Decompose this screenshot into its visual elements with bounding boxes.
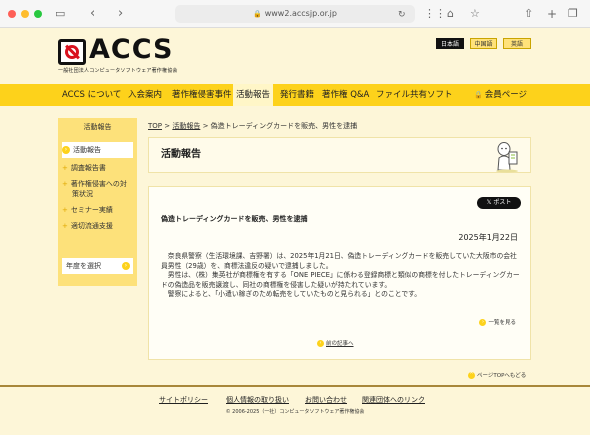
chevron-right-icon: › (122, 262, 130, 270)
url-text: www2.accsjp.or.jp (264, 9, 337, 18)
breadcrumb-top[interactable]: TOP (148, 122, 162, 130)
site-header: ACCS 一般社団法人コンピュータソフトウェア著作権協会 日本語 中国語 英語 (0, 28, 590, 84)
previous-article-label: 前の記事へ (326, 341, 354, 347)
page-title-panel: 活動報告 (148, 137, 531, 173)
sidebar-icon[interactable]: ▭ (55, 7, 65, 21)
plus-icon: + (62, 164, 68, 172)
sidebar-item-label: 著作権侵害への対策状況 (70, 180, 127, 198)
nav-publications[interactable]: 発行書籍 (280, 84, 314, 106)
footer-link-contact[interactable]: お問い合わせ (305, 395, 347, 405)
article-body: 奈良県警察（生活環境課、吉野署）は、2025年1月21日、偽造トレーディングカー… (161, 252, 521, 300)
year-select[interactable]: 年度を選択 › (62, 258, 133, 274)
lang-japanese-button[interactable]: 日本語 (436, 38, 464, 49)
accs-logo-icon[interactable] (58, 39, 86, 65)
close-window-button[interactable] (8, 10, 16, 18)
browser-toolbar: ▭ ‹ › ▣ 🔒www2.accsjp.or.jp ↻ ⋮⋮ ⌂ ☆ ⇧ + … (0, 0, 590, 28)
site-logo[interactable]: ACCS (89, 35, 173, 65)
x-post-button[interactable]: 𝕏 ポスト (477, 197, 521, 209)
nav-membership[interactable]: 入会案内 (128, 84, 162, 106)
tabs-icon[interactable]: ❐ (568, 7, 578, 21)
lang-chinese-button[interactable]: 中国語 (470, 38, 497, 49)
site-footer: サイトポリシー 個人情報の取り扱い お問い合わせ 関連団体へのリンク © 200… (0, 385, 590, 435)
article: 𝕏 ポスト 偽造トレーディングカードを販売、男性を逮捕 2025年1月22日 奈… (148, 186, 531, 360)
nav-copyright-qa[interactable]: 著作権 Q&A (322, 84, 369, 106)
sidebar-item-activity-report[interactable]: › 活動報告 (62, 142, 133, 158)
back-icon[interactable]: ‹ (90, 7, 95, 21)
nav-about[interactable]: ACCS について (62, 84, 121, 106)
year-select-label: 年度を選択 (66, 262, 101, 270)
nav-activity-report[interactable]: 活動報告 (233, 84, 274, 106)
page-top-label: ページTOPへもどる (477, 373, 527, 379)
grid-icon[interactable]: ⋮⋮ (424, 7, 446, 21)
breadcrumb-activity-report[interactable]: 活動報告 (172, 122, 200, 130)
breadcrumb-current: 偽造トレーディングカードを販売、男性を逮捕 (210, 122, 358, 130)
sidebar-item-label: セミナー実績 (70, 206, 113, 214)
page-title: 活動報告 (161, 149, 201, 160)
lock-icon: 🔒 (253, 10, 262, 18)
chevron-right-icon: › (62, 146, 70, 154)
article-paragraph: 男性は、（株）集英社が商標権を有する「ONE PIECE」に係わる登録商標と類似… (161, 271, 520, 289)
address-bar[interactable]: 🔒 www2.accsjp.or.jp (175, 5, 415, 23)
share-icon[interactable]: ⇧ (524, 7, 533, 21)
sidebar-item-label: 活動報告 (73, 146, 101, 154)
sidebar-item-survey-report[interactable]: + 調査報告書 (62, 163, 133, 173)
article-date: 2025年1月22日 (458, 233, 518, 242)
nav-file-sharing[interactable]: ファイル共有ソフト (376, 84, 453, 106)
sidebar: 活動報告 › 活動報告 + 調査報告書 + 著作権侵害への対策状況 + セミナー実績 +… (58, 118, 137, 286)
view-list-label: 一覧を見る (488, 320, 516, 326)
site-logo-subtitle: 一般社団法人コンピュータソフトウェア著作権協会 (58, 68, 178, 74)
reload-icon[interactable]: ↻ (398, 8, 406, 22)
forward-icon[interactable]: › (118, 7, 123, 21)
article-title: 偽造トレーディングカードを販売、男性を逮捕 (161, 215, 308, 223)
view-list-link[interactable]: › 一覧を見る (479, 318, 516, 326)
chevron-up-icon: ^ (468, 372, 475, 379)
member-page-label: 会員ページ (484, 90, 528, 100)
footer-link-site-policy[interactable]: サイトポリシー (159, 395, 208, 405)
new-tab-icon[interactable]: + (547, 7, 557, 21)
footer-link-privacy[interactable]: 個人情報の取り扱い (226, 395, 289, 405)
sidebar-item-countermeasures[interactable]: + 著作権侵害への対策状況 (62, 179, 133, 199)
sidebar-item-seminars[interactable]: + セミナー実績 (62, 205, 133, 215)
breadcrumb: TOP > 活動報告 > 偽造トレーディングカードを販売、男性を逮捕 (148, 121, 357, 131)
plus-icon: + (62, 180, 68, 188)
lock-icon: 🔒 (474, 91, 483, 99)
plus-icon: + (62, 222, 68, 230)
previous-article-link[interactable]: ‹ 前の記事へ (317, 339, 354, 347)
mascot-icon (496, 142, 518, 173)
x-post-label: ポスト (493, 199, 512, 206)
sidebar-item-distribution[interactable]: + 適切流通支援 (62, 221, 133, 231)
article-paragraph: 警察によると、「小遣い稼ぎのため転売をしていたものと見られる」とのことです。 (167, 290, 422, 298)
breadcrumb-separator: > (202, 122, 211, 130)
chevron-left-icon: ‹ (317, 340, 324, 347)
minimize-window-button[interactable] (21, 10, 29, 18)
sidebar-item-label: 調査報告書 (70, 164, 106, 172)
nav-member-page[interactable]: 🔒 会員ページ (474, 84, 527, 106)
main-nav: ACCS について 入会案内 著作権侵害事件 活動報告 発行書籍 著作権 Q&A… (0, 84, 590, 106)
nav-infringement-cases[interactable]: 著作権侵害事件 (172, 84, 232, 106)
copyright: © 2006-2025（一社）コンピュータソフトウェア著作権協会 (225, 409, 365, 415)
lang-english-button[interactable]: 英語 (503, 38, 531, 49)
zoom-window-button[interactable] (34, 10, 42, 18)
article-paragraph: 奈良県警察（生活環境課、吉野署）は、2025年1月21日、偽造トレーディングカー… (161, 252, 517, 270)
sidebar-item-label: 適切流通支援 (70, 222, 113, 230)
star-icon[interactable]: ☆ (470, 7, 480, 21)
footer-link-related[interactable]: 関連団体へのリンク (362, 395, 425, 405)
chevron-right-icon: › (479, 319, 487, 326)
sidebar-title: 活動報告 (83, 123, 112, 131)
home-icon[interactable]: ⌂ (447, 7, 454, 21)
plus-icon: + (62, 206, 68, 214)
page-top-link[interactable]: ^ ページTOPへもどる (468, 371, 526, 379)
